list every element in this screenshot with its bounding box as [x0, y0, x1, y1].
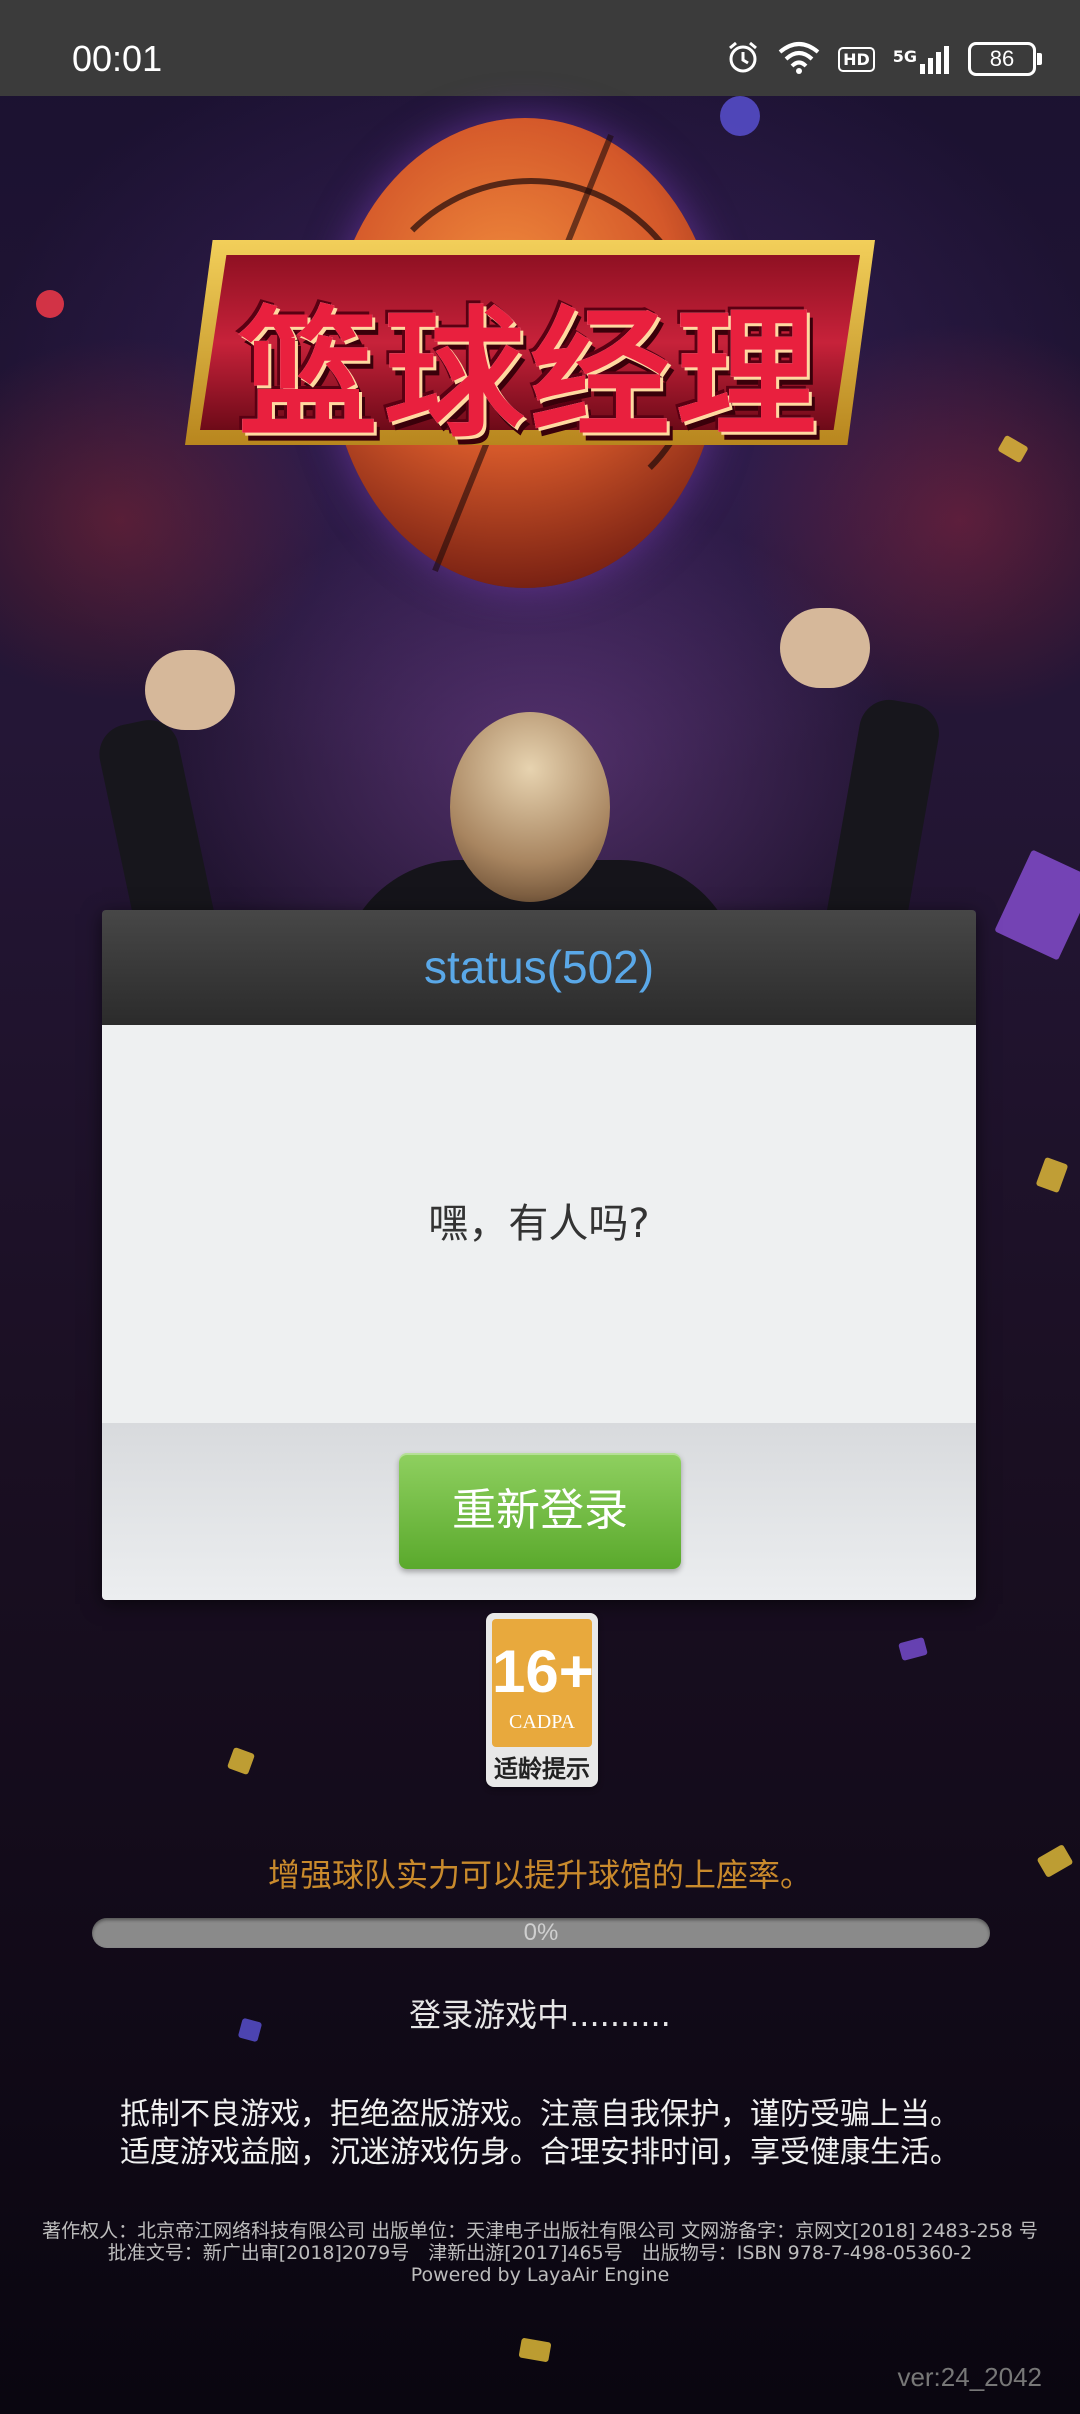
dialog-body: 嘿，有人吗? — [102, 1025, 976, 1423]
confetti — [1035, 1156, 1069, 1194]
network-type-label: 5G — [892, 47, 917, 66]
dialog-footer: 重新登录 — [102, 1423, 976, 1600]
confetti — [36, 290, 64, 318]
manager-fist-right — [780, 608, 870, 688]
manager-fist-left — [145, 650, 235, 730]
copyright-line2: 批准文号：新广出审[2018]2079号 津新出游[2017]465号 出版物号… — [107, 2242, 973, 2264]
confetti — [720, 96, 760, 136]
manager-head — [450, 712, 610, 902]
status-time: 00:01 — [72, 38, 163, 79]
health-notice: 抵制不良游戏，拒绝盗版游戏。注意自我保护，谨防受骗上当。 适度游戏益脑，沉迷游戏… — [0, 2096, 1080, 2172]
hd-icon: HD — [838, 46, 875, 72]
confetti — [518, 2337, 552, 2363]
game-logo-title: 篮球经理 — [237, 294, 822, 457]
age-rating-number: 16+ — [492, 1638, 594, 1705]
loading-progress-bar: 0% — [92, 1918, 990, 1948]
confetti — [994, 849, 1080, 961]
5g-signal-icon: 5G — [893, 44, 950, 74]
status-icons: HD 5G 86 — [726, 40, 1042, 78]
status-bar: 00:01 HD 5G 86 — [0, 0, 1080, 96]
age-rating-org: CADPA — [509, 1711, 575, 1733]
health-notice-line2: 适度游戏益脑，沉迷游戏伤身。合理安排时间，享受健康生活。 — [120, 2135, 960, 2170]
copyright-info: 著作权人：北京帝江网络科技有限公司 出版单位：天津电子出版社有限公司 文网游备字… — [0, 2220, 1080, 2286]
loading-tip: 增强球队实力可以提升球馆的上座率。 — [267, 1856, 812, 1894]
copyright-line3: Powered by LayaAir Engine — [410, 2264, 670, 2286]
age-rating-label: 适龄提示 — [494, 1755, 590, 1783]
progress-label: 0% — [523, 1919, 559, 1946]
dialog-header: status(502) — [102, 910, 976, 1025]
confetti — [226, 1746, 256, 1776]
copyright-line1: 著作权人：北京帝江网络科技有限公司 出版单位：天津电子出版社有限公司 文网游备字… — [42, 2220, 1038, 2242]
error-dialog: status(502) 嘿，有人吗? 重新登录 — [102, 910, 976, 1600]
age-rating-top: 16+ CADPA — [492, 1619, 594, 1747]
wifi-icon — [778, 40, 820, 78]
version-label: ver:24_2042 — [897, 2362, 1042, 2392]
age-rating-badge: 16+ CADPA 适龄提示 — [486, 1613, 598, 1787]
health-notice-line1: 抵制不良游戏，拒绝盗版游戏。注意自我保护，谨防受骗上当。 — [120, 2097, 960, 2132]
confetti — [898, 1636, 928, 1662]
alarm-icon — [726, 40, 760, 78]
loading-status: 登录游戏中.......... — [409, 1996, 671, 2034]
confetti — [997, 434, 1029, 464]
dialog-message: 嘿，有人吗? — [428, 1201, 650, 1247]
relogin-button[interactable]: 重新登录 — [399, 1453, 681, 1569]
dialog-title: status(502) — [423, 941, 655, 993]
battery-icon: 86 — [968, 42, 1042, 76]
